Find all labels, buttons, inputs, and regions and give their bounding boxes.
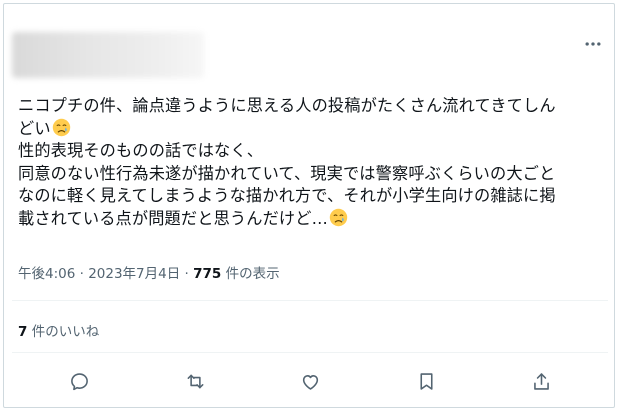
more-icon: [585, 42, 601, 46]
tweet-line-text: どい: [18, 118, 51, 138]
like-button[interactable]: [297, 368, 323, 394]
crying-face-icon: [329, 208, 348, 226]
tweet-line: ニコプチの件、論点違うように思える人の投稿がたくさん流れてきてしん: [18, 96, 556, 115]
tweet-line: 同意のない性行為未遂が描かれていて、現実では警察呼ぶくらいの大ごと: [18, 163, 556, 183]
more-options-button[interactable]: [578, 34, 608, 54]
view-count: 775: [193, 266, 222, 282]
view-count-label: 件の表示: [221, 266, 280, 282]
bookmark-button[interactable]: [413, 368, 439, 394]
crying-face-icon: [52, 118, 70, 136]
heart-icon: [302, 374, 318, 390]
tweet-line-with-emoji: どい: [18, 118, 608, 141]
reply-icon: [70, 372, 88, 390]
tweet-text: ニコプチの件、論点違うように思える人の投稿がたくさん流れてきてしん どい 性的表…: [18, 95, 608, 230]
retweet-button[interactable]: [182, 368, 208, 394]
share-icon: [533, 372, 549, 390]
divider: [12, 352, 608, 353]
reply-button[interactable]: [66, 368, 92, 394]
timestamp[interactable]: 午後4:06 · 2023年7月4日 ·: [18, 266, 193, 282]
divider: [12, 300, 608, 301]
likes-summary[interactable]: 7 件のいいね: [18, 320, 99, 340]
author-header-blurred[interactable]: [12, 32, 204, 78]
retweet-icon: [187, 374, 203, 388]
bookmark-icon: [419, 372, 433, 390]
like-count: 7: [18, 324, 28, 340]
tweet-line: 性的表現そのものの話ではなく、: [18, 141, 264, 160]
tweet-line-with-emoji: 載されている点が問題だと思うんだけど…: [18, 208, 608, 231]
tweet-line-text: 載されている点が問題だと思うんだけど…: [18, 208, 328, 228]
share-button[interactable]: [528, 368, 554, 394]
tweet-meta: 午後4:06 · 2023年7月4日 · 775 件の表示: [18, 262, 280, 282]
like-count-label: 件のいいね: [27, 324, 100, 340]
tweet-line: なのに軽く見えてしまうような描かれ方で、それが小学生向けの雑誌に掲: [18, 186, 556, 205]
